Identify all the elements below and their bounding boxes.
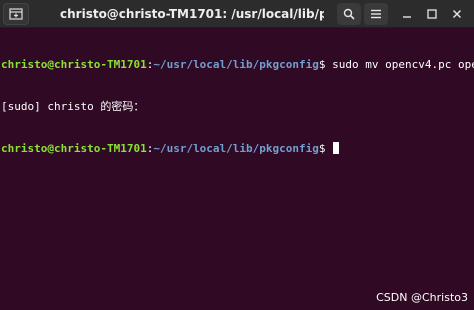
minimize-icon [403, 16, 411, 18]
prompt-user: christo@christo-TM1701 [1, 58, 147, 71]
search-icon [343, 8, 355, 20]
prompt-path: ~/usr/local/lib/pkgconfig [153, 142, 319, 155]
terminal-window: christo@christo-TM1701: /usr/local/lib/p… [0, 0, 474, 310]
window-title: christo@christo-TM1701: /usr/local/lib/p… [60, 7, 324, 21]
title-bar[interactable]: christo@christo-TM1701: /usr/local/lib/p… [0, 0, 474, 28]
prompt-user: christo@christo-TM1701 [1, 142, 147, 155]
terminal-line: christo@christo-TM1701:~/usr/local/lib/p… [1, 58, 474, 72]
minimize-button[interactable] [396, 3, 418, 25]
close-icon [453, 10, 461, 18]
prompt-symbol: $ [318, 142, 333, 155]
terminal-line: christo@christo-TM1701:~/usr/local/lib/p… [1, 142, 474, 156]
sudo-password-prompt: [sudo] christo 的密码： [1, 100, 145, 113]
prompt-symbol: $ [318, 58, 333, 71]
maximize-button[interactable] [421, 3, 443, 25]
hamburger-menu-icon [371, 9, 381, 19]
new-tab-icon [9, 8, 23, 20]
watermark: CSDN @Christo3 [376, 291, 468, 304]
text-cursor [333, 142, 340, 154]
command-text: sudo mv opencv4.pc opencv.pc [332, 58, 474, 71]
maximize-icon [427, 9, 437, 19]
menu-button[interactable] [364, 3, 388, 25]
terminal-line: [sudo] christo 的密码： [1, 100, 474, 114]
search-button[interactable] [337, 3, 361, 25]
new-tab-button[interactable] [3, 3, 29, 25]
prompt-path: ~/usr/local/lib/pkgconfig [153, 58, 319, 71]
terminal-output[interactable]: christo@christo-TM1701:~/usr/local/lib/p… [0, 28, 474, 310]
close-button[interactable] [446, 3, 468, 25]
